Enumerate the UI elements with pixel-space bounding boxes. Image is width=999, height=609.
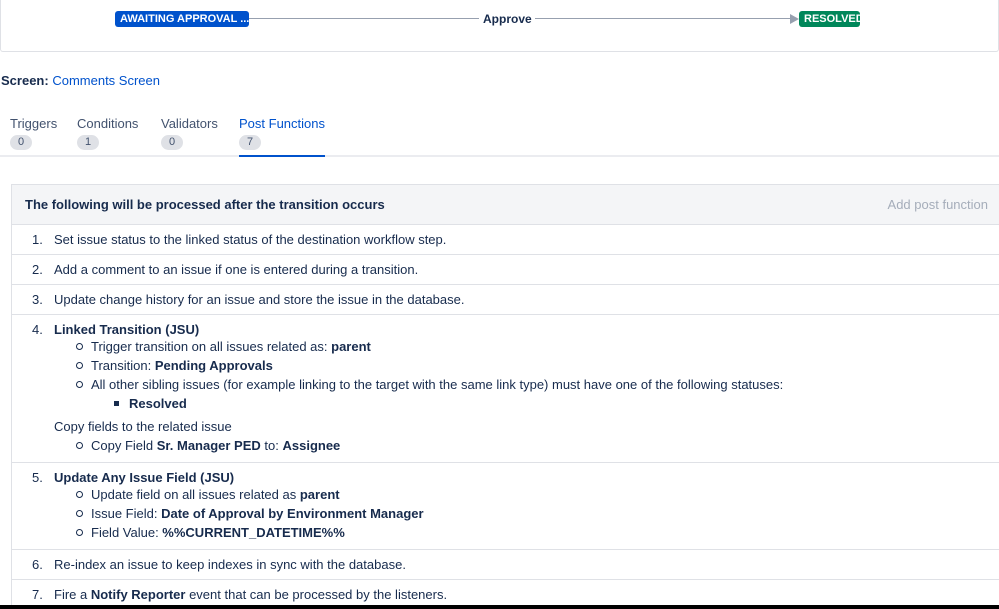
count-badge: 0 [10,135,32,150]
post-functions-heading: The following will be processed after th… [25,197,385,212]
add-post-function-link[interactable]: Add post function [888,197,988,212]
bullet-circle-icon [76,529,83,536]
screen-info: Screen: Comments Screen [1,73,160,88]
post-function-row: 2. Add a comment to an issue if one is e… [12,255,999,285]
status-lozenge-awaiting-approval[interactable]: AWAITING APPROVAL ... [115,11,249,27]
tab-label: Post Functions [239,116,325,131]
list-item: All other sibling issues (for example li… [54,375,999,394]
item-value: Sr. Manager PED [156,438,261,453]
item-text: Copy Field [91,438,157,453]
item-text: Trigger transition on all issues related… [91,339,332,354]
list-item: Field Value: %%CURRENT_DATETIME%% [54,523,999,542]
post-functions-table: The following will be processed after th… [11,184,999,609]
row-text: Re-index an issue to keep indexes in syn… [54,557,406,572]
item-text: Update field on all issues related as [91,487,300,502]
copy-fields-text: Copy fields to the related issue [54,419,232,434]
tab-conditions[interactable]: Conditions 1 [77,116,138,150]
list-item: Issue Field: Date of Approval by Environ… [54,504,999,523]
list-item: Trigger transition on all issues related… [54,337,999,356]
row-number: 7. [32,587,43,602]
item-text: Issue Field: [91,506,162,521]
transition-name: Approve [483,12,532,26]
row-number: 4. [32,322,43,337]
row-number: 5. [32,470,43,485]
event-name: Notify Reporter [90,587,186,602]
item-value: Date of Approval by Environment Manager [161,506,424,521]
item-text: All other sibling issues (for example li… [91,377,784,392]
tab-label: Conditions [77,116,139,131]
bullet-circle-icon [76,362,83,369]
count-badge: 1 [77,135,99,150]
row-number: 6. [32,557,43,572]
screen-label: Screen: [1,73,49,88]
post-function-row: 1. Set issue status to the linked status… [12,225,999,255]
row-text: Update change history for an issue and s… [54,292,465,307]
sub-list-item: Resolved [54,394,999,413]
count-badge: 7 [239,135,261,150]
row-number: 3. [32,292,43,307]
bullet-circle-icon [76,442,83,449]
item-value: parent [299,487,340,502]
post-function-row: 3. Update change history for an issue an… [12,285,999,315]
bullet-circle-icon [76,510,83,517]
row-title: Linked Transition (JSU) [54,322,200,337]
item-value: Assignee [282,438,341,453]
row-title: Update Any Issue Field (JSU) [54,470,235,485]
item-value: %%CURRENT_DATETIME%% [162,525,345,540]
tab-post-functions[interactable]: Post Functions 7 [239,116,325,157]
post-function-row: 6. Re-index an issue to keep indexes in … [12,550,999,580]
row-number: 1. [32,232,43,247]
row-text: Fire a [54,587,91,602]
row-text: event that can be processed by the liste… [185,587,448,602]
row-number: 2. [32,262,43,277]
item-value: Pending Approvals [154,358,273,373]
list-item: Copy Field Sr. Manager PED to: Assignee [54,436,999,455]
workflow-diagram: AWAITING APPROVAL ... Approve RESOLVED [0,0,999,52]
item-value: Resolved [129,396,187,411]
window-bottom-edge [0,605,999,609]
item-text: Field Value: [91,525,163,540]
item-value: parent [331,339,371,354]
bullet-circle-icon [76,381,83,388]
transition-line [249,18,479,19]
tab-validators[interactable]: Validators 0 [161,116,218,150]
bullet-square-icon [114,401,119,406]
post-function-row-linked-transition: 4. Linked Transition (JSU) Trigger trans… [12,315,999,463]
arrow-right-icon [790,14,799,24]
tab-label: Triggers [10,116,58,131]
post-function-row-update-field: 5. Update Any Issue Field (JSU) Update f… [12,463,999,550]
list-item: Transition: Pending Approvals [54,356,999,375]
screen-link[interactable]: Comments Screen [52,73,160,88]
row-text: Set issue status to the linked status of… [54,232,447,247]
transition-tabs: Triggers 0 Conditions 1 Validators 0 Pos… [0,114,999,157]
tab-label: Validators [161,116,218,131]
transition-line [535,18,790,19]
bullet-circle-icon [76,491,83,498]
bullet-circle-icon [76,343,83,350]
post-functions-header: The following will be processed after th… [12,185,999,225]
item-text: Transition: [91,358,155,373]
list-item: Update field on all issues related as pa… [54,485,999,504]
item-text: to: [260,438,283,453]
status-lozenge-resolved[interactable]: RESOLVED [799,11,864,27]
row-text: Add a comment to an issue if one is ente… [54,262,419,277]
count-badge: 0 [161,135,183,150]
tab-triggers[interactable]: Triggers 0 [10,116,57,150]
